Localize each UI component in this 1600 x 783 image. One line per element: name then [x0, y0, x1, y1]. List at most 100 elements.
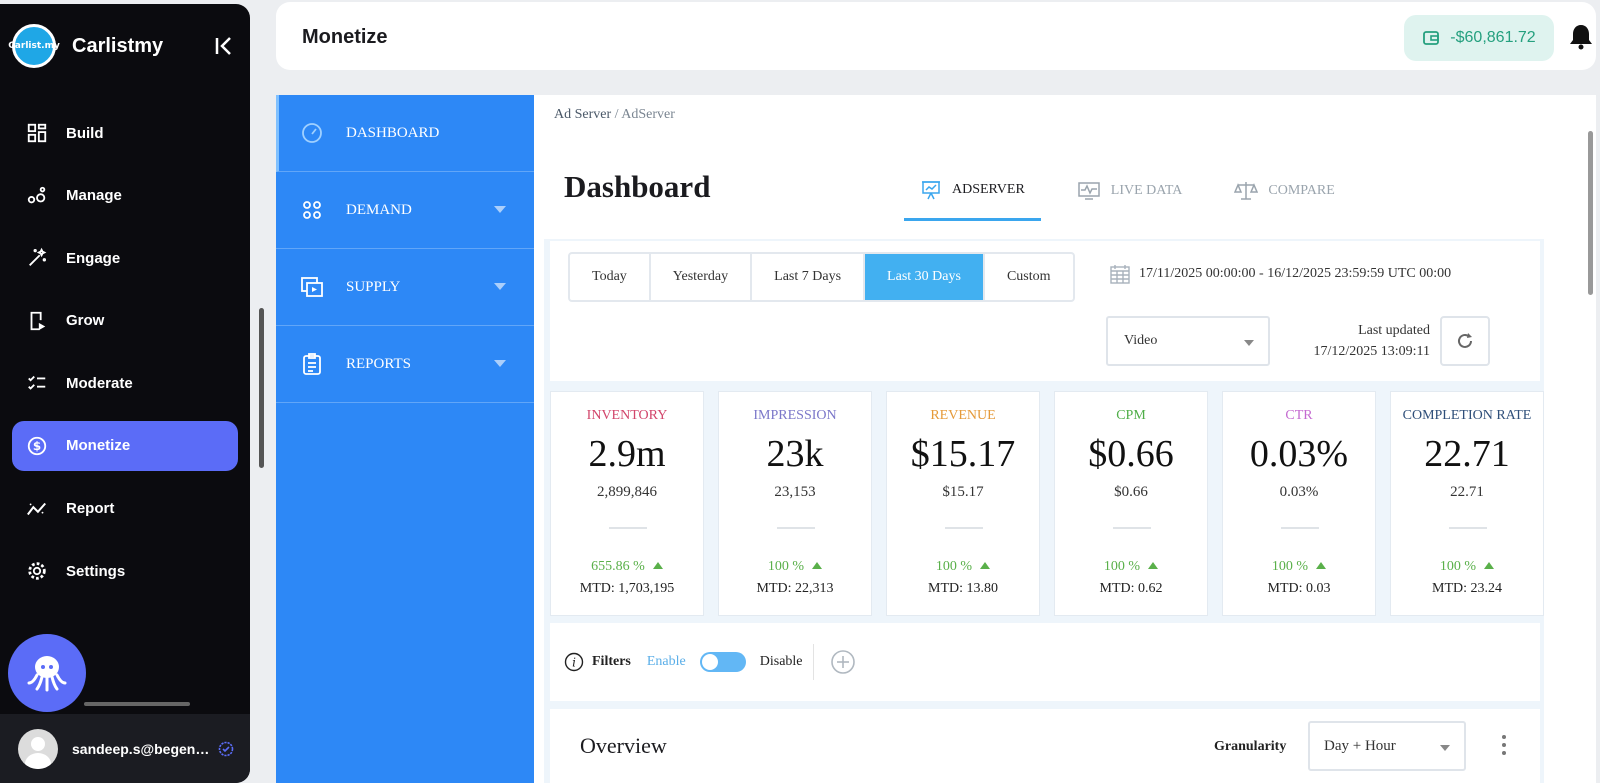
filters-toggle[interactable]	[699, 652, 746, 672]
nav-label-monetize: Monetize	[66, 437, 131, 455]
divider	[945, 527, 983, 529]
subnav-item-demand[interactable]: DEMAND	[276, 172, 534, 249]
metric-mtd: MTD: 13.80	[928, 581, 998, 596]
avatar	[18, 728, 58, 769]
metric-label: REVENUE	[930, 408, 996, 423]
trend-icon	[27, 502, 47, 515]
nav-label-build: Build	[66, 124, 104, 142]
monitor-pulse-icon	[1078, 182, 1100, 200]
user-profile[interactable]: sandeep.s@begenuin.com	[0, 714, 250, 783]
clipboard-icon	[303, 353, 321, 375]
media-type-select[interactable]: Video	[1106, 316, 1270, 366]
metric-mtd: MTD: 23.24	[1432, 581, 1502, 596]
brand[interactable]: Carlist.my Carlistmy	[8, 24, 164, 68]
more-vertical-icon[interactable]	[1500, 733, 1508, 757]
collapse-sidebar-button[interactable]	[212, 34, 236, 58]
nav-item-monetize[interactable]: $ Monetize	[12, 420, 238, 471]
grid-icon	[27, 123, 47, 143]
subnav-item-dashboard[interactable]: DASHBOARD	[276, 95, 534, 172]
nav-item-moderate[interactable]: Moderate	[12, 358, 238, 408]
balance-scale-icon	[1234, 182, 1259, 200]
tab-compare[interactable]: COMPARE	[1218, 161, 1350, 221]
chevron-down-icon	[494, 283, 506, 290]
info-icon[interactable]: i	[564, 652, 584, 672]
bell-icon[interactable]	[1568, 22, 1594, 50]
date-last-30-days-button[interactable]: Last 30 Days	[865, 254, 985, 300]
metric-mtd: MTD: 0.03	[1267, 581, 1331, 596]
nav-item-grow[interactable]: Grow	[12, 296, 238, 346]
divider	[609, 527, 647, 529]
tab-adserver[interactable]: ADSERVER	[904, 161, 1041, 221]
nav-item-build[interactable]: Build	[12, 108, 238, 158]
sidebar-horizontal-scrollbar[interactable]	[84, 702, 190, 706]
chevron-down-icon	[1244, 340, 1254, 346]
svg-text:i: i	[572, 656, 576, 670]
subnav-item-supply[interactable]: SUPPLY	[276, 249, 534, 326]
metric-mtd: MTD: 0.62	[1099, 581, 1163, 596]
filters-enable-label[interactable]: Enable	[647, 654, 686, 670]
metric-change: 655.86 %	[551, 559, 703, 575]
metric-card-ctr[interactable]: CTR 0.03% 0.03% 100 % MTD: 0.03	[1222, 391, 1376, 616]
brand-name: Carlistmy	[72, 34, 164, 57]
wallet-balance-button[interactable]: -$60,861.72	[1404, 15, 1554, 61]
refresh-button[interactable]	[1440, 316, 1490, 366]
arrow-up-icon	[812, 562, 823, 569]
subnav-item-reports[interactable]: REPORTS	[276, 326, 534, 403]
metric-change-value: 100 %	[1103, 559, 1141, 574]
presentation-chart-icon	[922, 180, 940, 199]
main-sidebar: Carlist.my Carlistmy Build Manage Engage	[0, 4, 250, 783]
dashboard-tabs: ADSERVER LIVE DATA COMPARE	[904, 161, 1371, 221]
nav-item-settings[interactable]: Settings	[12, 546, 238, 596]
metric-card-impression[interactable]: IMPRESSION 23k 23,153 100 % MTD: 22,313	[718, 391, 872, 616]
magic-wand-icon	[29, 247, 47, 267]
metric-label: INVENTORY	[586, 408, 668, 423]
metric-label: IMPRESSION	[753, 408, 837, 423]
user-email: sandeep.s@begenuin.com	[72, 740, 212, 757]
metric-card-revenue[interactable]: REVENUE $15.17 $15.17 100 % MTD: 13.80	[886, 391, 1040, 616]
date-yesterday-button[interactable]: Yesterday	[651, 254, 753, 300]
metric-change-value: 655.86 %	[591, 559, 645, 574]
nav-label-moderate: Moderate	[66, 374, 133, 392]
tab-live-data[interactable]: LIVE DATA	[1061, 161, 1199, 221]
last-updated-label: Last updated	[1358, 323, 1430, 338]
metric-card-completion-rate[interactable]: COMPLETION RATE 22.71 22.71 100 % MTD: 2…	[1390, 391, 1544, 616]
metric-exact: 23,153	[774, 484, 816, 500]
metric-value: 22.71	[1424, 433, 1510, 475]
date-range-selector: Today Yesterday Last 7 Days Last 30 Days…	[568, 252, 1075, 302]
main-scrollbar[interactable]	[1588, 131, 1593, 295]
metric-change-value: 100 %	[935, 559, 973, 574]
brand-logo: Carlist.my	[8, 24, 60, 68]
metric-card-inventory[interactable]: INVENTORY 2.9m 2,899,846 655.86 % MTD: 1…	[550, 391, 704, 616]
dashboard-main: Ad Server / AdServer Dashboard ADSERVER …	[534, 95, 1596, 783]
calendar-icon	[1110, 265, 1130, 284]
granularity-select[interactable]: Day + Hour	[1308, 721, 1466, 771]
metric-exact: $0.66	[1114, 484, 1148, 500]
nav-item-manage[interactable]: Manage	[12, 171, 238, 221]
metric-card-cpm[interactable]: CPM $0.66 $0.66 100 % MTD: 0.62	[1054, 391, 1208, 616]
metric-change-value: 100 %	[767, 559, 805, 574]
add-filter-icon[interactable]	[830, 649, 856, 675]
metric-label: CTR	[1285, 408, 1313, 423]
metric-mtd: MTD: 1,703,195	[579, 581, 675, 596]
top-header: Monetize -$60,861.72	[276, 2, 1596, 70]
arrow-up-icon	[652, 562, 663, 569]
nav-item-report[interactable]: Report	[12, 484, 238, 534]
breadcrumb-root[interactable]: Ad Server	[554, 107, 611, 122]
subnav-label-reports: REPORTS	[346, 355, 411, 372]
filters-disable-label[interactable]: Disable	[760, 654, 803, 670]
metric-value: $0.66	[1088, 433, 1174, 475]
date-last-7-days-button[interactable]: Last 7 Days	[752, 254, 866, 300]
octopus-icon	[27, 656, 67, 692]
assistant-octopus-button[interactable]	[8, 634, 86, 712]
sidebar-scrollbar[interactable]	[259, 308, 264, 468]
date-today-button[interactable]: Today	[570, 254, 651, 300]
date-custom-button[interactable]: Custom	[985, 254, 1073, 300]
filters-label: Filters	[592, 654, 631, 669]
page-title: Monetize	[302, 26, 388, 48]
media-type-value: Video	[1124, 333, 1158, 348]
last-updated-value: 17/12/2025 13:09:11	[1313, 344, 1430, 359]
refresh-icon	[1458, 333, 1472, 348]
nav-item-engage[interactable]: Engage	[12, 233, 238, 283]
collapse-left-icon	[215, 37, 231, 55]
tab-live-data-label: LIVE DATA	[1110, 183, 1183, 198]
